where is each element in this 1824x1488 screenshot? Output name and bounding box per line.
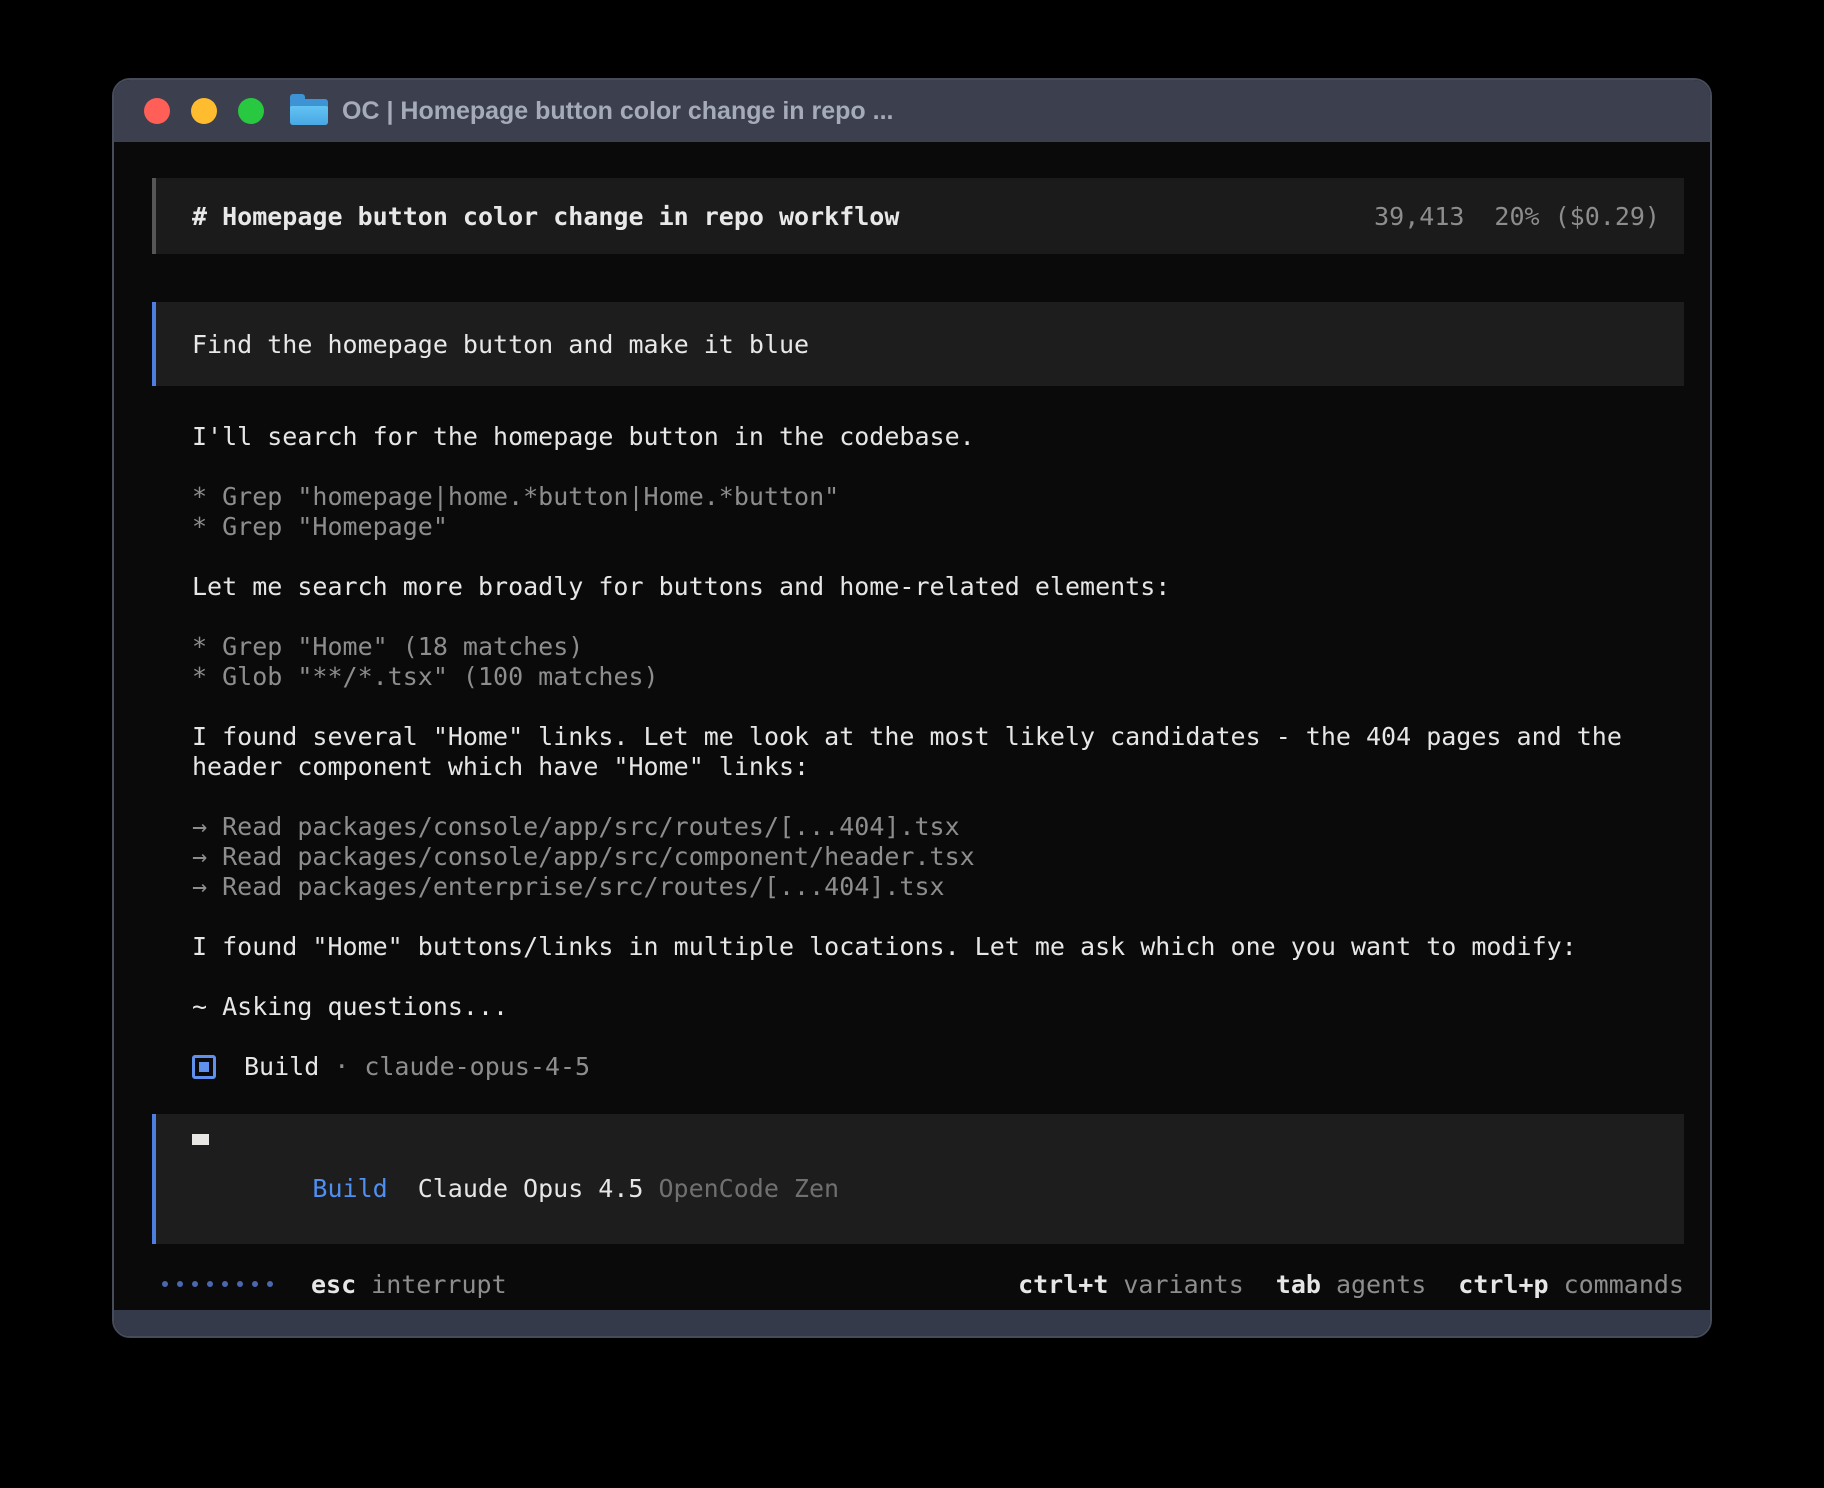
line-text: Read packages/console/app/src/routes/[..…	[222, 812, 960, 841]
tool-pending-icon: *	[192, 512, 222, 541]
assistant-text-line: I found several "Home" links. Let me loo…	[192, 722, 1684, 752]
spinner-dot	[267, 1281, 273, 1287]
key-hint-variants: ctrl+t variants	[1018, 1270, 1244, 1299]
message-block: → Read packages/console/app/src/routes/[…	[192, 812, 1684, 902]
tool-call-line: * Grep "Homepage"	[192, 512, 1684, 542]
assistant-text-line: ~ Asking questions...	[192, 992, 1684, 1022]
assistant-text-line: I found "Home" buttons/links in multiple…	[192, 932, 1684, 962]
window-footer-strip	[114, 1310, 1710, 1336]
tool-pending-icon: *	[192, 632, 222, 661]
key-hint-agents: tab agents	[1276, 1270, 1426, 1299]
spinner-dot	[252, 1281, 258, 1287]
agent-status: Build · claude-opus-4-5	[192, 1052, 1684, 1082]
hint-key: ctrl+p	[1458, 1270, 1548, 1299]
hint-label: variants	[1123, 1270, 1243, 1299]
line-text: header component which have "Home" links…	[192, 752, 809, 781]
spinner-dot	[192, 1281, 198, 1287]
hint-key: ctrl+t	[1018, 1270, 1108, 1299]
text-cursor	[192, 1134, 209, 1145]
agent-model: claude-opus-4-5	[364, 1052, 590, 1082]
terminal-content: # Homepage button color change in repo w…	[114, 178, 1710, 1302]
assistant-text-line: I'll search for the homepage button in t…	[192, 422, 1684, 452]
titlebar[interactable]: OC | Homepage button color change in rep…	[114, 80, 1710, 142]
tool-call-line: * Glob "**/*.tsx" (100 matches)	[192, 662, 1684, 692]
agent-mode-label: Build	[312, 1174, 387, 1203]
spinner-dot	[237, 1281, 243, 1287]
read-file-line: → Read packages/enterprise/src/routes/[.…	[192, 872, 1684, 902]
read-file-line: → Read packages/console/app/src/routes/[…	[192, 812, 1684, 842]
session-stats: 39,413 20% ($0.29)	[1374, 202, 1660, 231]
hint-label: agents	[1336, 1270, 1426, 1299]
model-label: Claude Opus 4.5	[418, 1174, 644, 1203]
line-text: I found "Home" buttons/links in multiple…	[192, 932, 1577, 961]
spinner-dot	[222, 1281, 228, 1287]
assistant-text-line: Let me search more broadly for buttons a…	[192, 572, 1684, 602]
tool-done-arrow-icon: →	[192, 872, 222, 901]
hint-key: tab	[1276, 1270, 1321, 1299]
read-file-line: → Read packages/console/app/src/componen…	[192, 842, 1684, 872]
agent-name: Build	[244, 1052, 319, 1082]
close-button[interactable]	[144, 98, 170, 124]
fullscreen-button[interactable]	[238, 98, 264, 124]
line-text: Read packages/enterprise/src/routes/[...…	[222, 872, 944, 901]
traffic-lights	[144, 98, 264, 124]
line-text: ~ Asking questions...	[192, 992, 508, 1021]
line-text: Let me search more broadly for buttons a…	[192, 572, 1170, 601]
message-block: I'll search for the homepage button in t…	[192, 422, 1684, 452]
terminal-window: OC | Homepage button color change in rep…	[112, 78, 1712, 1338]
session-header: # Homepage button color change in repo w…	[152, 178, 1684, 254]
token-count: 39,413	[1374, 202, 1464, 231]
conversation: I'll search for the homepage button in t…	[152, 422, 1684, 1082]
line-text: Read packages/console/app/src/component/…	[222, 842, 975, 871]
hint-label: commands	[1564, 1270, 1684, 1299]
user-message: Find the homepage button and make it blu…	[152, 302, 1684, 386]
status-bar: esc interrupt ctrl+tvariantstabagentsctr…	[152, 1266, 1684, 1302]
line-text: Grep "homepage|home.*button|Home.*button…	[222, 482, 839, 511]
esc-key-label: interrupt	[371, 1270, 506, 1299]
spinner-dots-icon	[162, 1281, 273, 1287]
tool-call-line: * Grep "Home" (18 matches)	[192, 632, 1684, 662]
status-right: ctrl+t variants tab agents ctrl+p commands	[1018, 1270, 1684, 1299]
tool-call-line: * Grep "homepage|home.*button|Home.*butt…	[192, 482, 1684, 512]
line-text: Grep "Home" (18 matches)	[222, 632, 583, 661]
line-text: I found several "Home" links. Let me loo…	[192, 722, 1622, 751]
message-block: * Grep "homepage|home.*button|Home.*butt…	[192, 482, 1684, 542]
message-block: * Grep "Home" (18 matches)* Glob "**/*.t…	[192, 632, 1684, 692]
esc-key-hint: esc	[311, 1270, 356, 1299]
session-title: # Homepage button color change in repo w…	[192, 202, 899, 231]
context-cost: 20% ($0.29)	[1494, 202, 1660, 231]
window-title: OC | Homepage button color change in rep…	[342, 97, 893, 126]
model-line: Build Claude Opus 4.5 OpenCode Zen	[192, 1145, 1684, 1232]
minimize-button[interactable]	[191, 98, 217, 124]
prompt-input[interactable]: Build Claude Opus 4.5 OpenCode Zen	[152, 1114, 1684, 1244]
tool-pending-icon: *	[192, 482, 222, 511]
tool-pending-icon: *	[192, 662, 222, 691]
message-block: I found several "Home" links. Let me loo…	[192, 722, 1684, 782]
tool-done-arrow-icon: →	[192, 842, 222, 871]
tool-done-arrow-icon: →	[192, 812, 222, 841]
agent-task-icon	[192, 1055, 216, 1079]
message-block: Let me search more broadly for buttons a…	[192, 572, 1684, 602]
spinner-dot	[177, 1281, 183, 1287]
spinner-dot	[162, 1281, 168, 1287]
assistant-text-line: header component which have "Home" links…	[192, 752, 1684, 782]
provider-label: OpenCode Zen	[658, 1174, 839, 1203]
key-hint-commands: ctrl+p commands	[1458, 1270, 1684, 1299]
line-text: Glob "**/*.tsx" (100 matches)	[222, 662, 659, 691]
message-block: I found "Home" buttons/links in multiple…	[192, 932, 1684, 962]
folder-icon	[290, 97, 328, 125]
spinner-dot	[207, 1281, 213, 1287]
user-message-text: Find the homepage button and make it blu…	[192, 330, 809, 359]
line-text: Grep "Homepage"	[222, 512, 448, 541]
agent-separator: ·	[334, 1052, 349, 1082]
line-text: I'll search for the homepage button in t…	[192, 422, 975, 451]
status-left: esc interrupt	[152, 1270, 507, 1299]
message-block: ~ Asking questions...	[192, 992, 1684, 1022]
